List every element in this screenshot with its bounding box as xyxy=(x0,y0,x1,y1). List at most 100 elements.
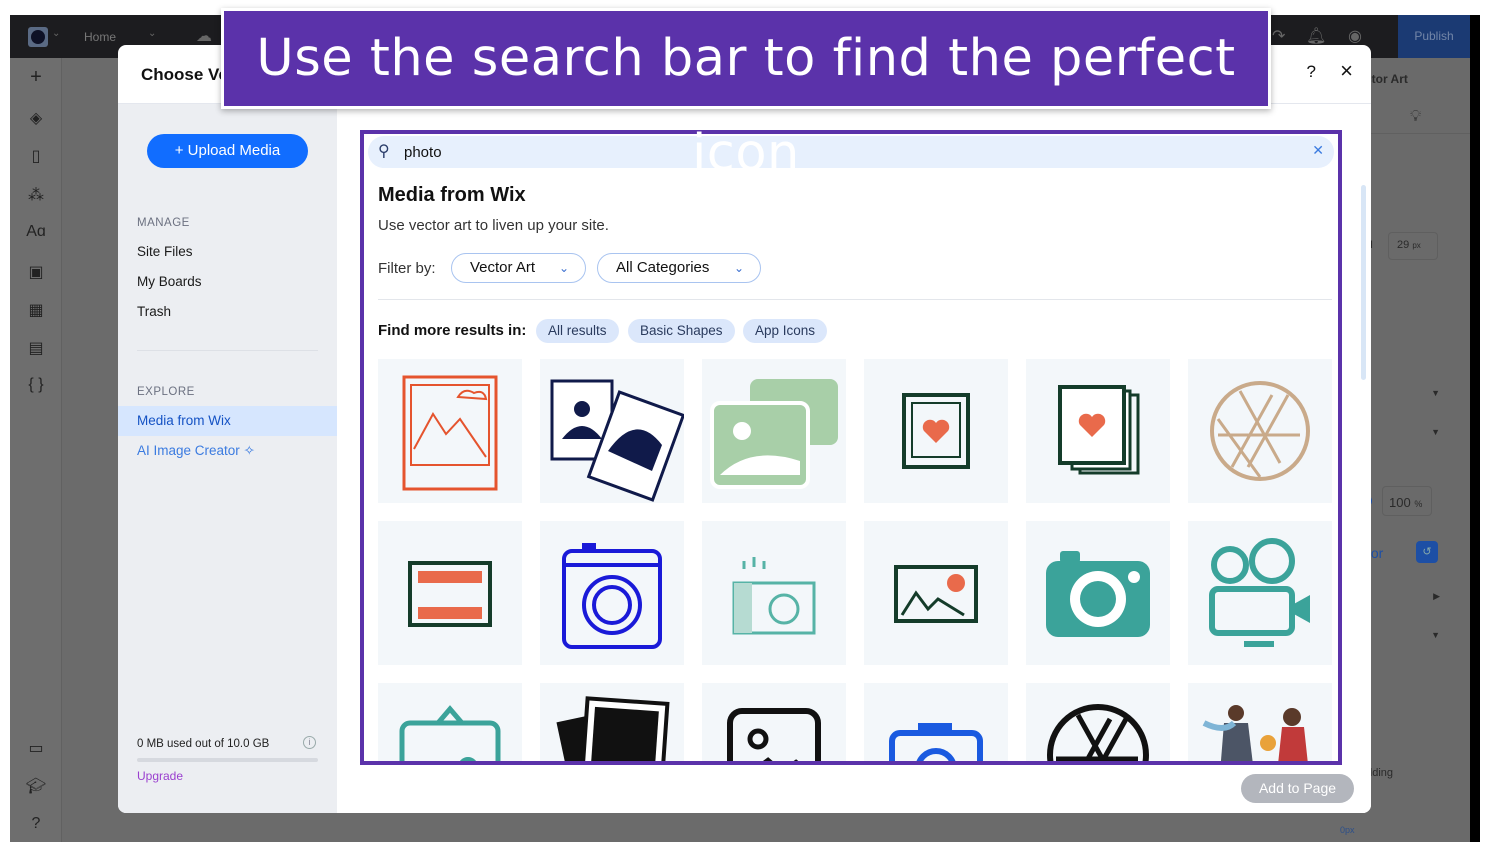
add-icon[interactable]: + xyxy=(10,66,62,89)
chip-basic-shapes[interactable]: Basic Shapes xyxy=(628,319,735,343)
learn-icon[interactable]: 🎓︎ xyxy=(10,776,62,796)
explore-heading: EXPLORE xyxy=(137,386,195,398)
icon-result-polaroid-photos[interactable] xyxy=(540,359,686,503)
framed-mountain-picture-icon xyxy=(402,375,498,491)
chat-icon[interactable]: ▭ xyxy=(10,738,62,758)
lightbulb-icon[interactable]: 💡︎ xyxy=(1410,108,1421,126)
icon-result-photo-stack-black[interactable] xyxy=(540,683,684,761)
chevron-down-icon: ⌄ xyxy=(733,261,744,275)
search-value: photo xyxy=(404,144,442,161)
padding-value[interactable]: 0px xyxy=(1340,825,1355,835)
upload-media-button[interactable]: + Upload Media xyxy=(147,134,308,168)
text-theme-icon[interactable]: Aɑ xyxy=(10,223,62,241)
upgrade-link[interactable]: Upgrade xyxy=(137,769,183,783)
scrollbar[interactable] xyxy=(1361,185,1366,380)
panel-title: ctor Art xyxy=(1365,72,1408,86)
icon-result-camera-aperture[interactable] xyxy=(1188,359,1332,503)
section-subtitle: Use vector art to liven up your site. xyxy=(378,217,609,234)
icon-result-stacked-landscape-photos[interactable] xyxy=(702,359,846,503)
chip-all-results[interactable]: All results xyxy=(536,319,619,343)
divider xyxy=(137,350,318,351)
sidebar-item-my-boards[interactable]: My Boards xyxy=(118,267,337,297)
icon-result-image-icon-black[interactable] xyxy=(702,683,846,761)
chevron-down-icon: ⌄ xyxy=(558,261,569,275)
icon-result-video-camera[interactable] xyxy=(1188,521,1332,665)
add-to-page-button[interactable]: Add to Page xyxy=(1241,774,1354,803)
apps-icon[interactable]: ⁂ xyxy=(10,185,62,205)
clear-search-icon[interactable]: ✕ xyxy=(1312,142,1324,159)
left-toolbar: + ◈ ▯ ⁂ Aɑ ▣ ▦ ▤ { } ▭ 🎓︎ ? xyxy=(10,58,62,842)
icon-result-photographer-illustration[interactable] xyxy=(1188,683,1332,761)
publish-button[interactable]: Publish xyxy=(1398,15,1470,58)
chip-app-icons[interactable]: App Icons xyxy=(743,319,828,343)
icon-result-camera-teal[interactable] xyxy=(702,521,846,665)
triangle-down-icon[interactable]: ▼ xyxy=(1431,630,1440,640)
icon-result-landscape-frame[interactable] xyxy=(864,521,1008,665)
triangle-down-icon[interactable]: ▼ xyxy=(1431,388,1440,398)
aperture-black-icon xyxy=(1047,704,1149,761)
film-strip-icon xyxy=(408,561,492,627)
divider xyxy=(378,299,1332,300)
pages-icon[interactable]: ▯ xyxy=(10,146,62,166)
icon-result-camera-outline-blue[interactable] xyxy=(540,521,684,665)
page-selector[interactable]: Home xyxy=(84,30,116,44)
polaroid-photos-icon xyxy=(550,379,686,502)
sidebar-item-site-files[interactable]: Site Files xyxy=(118,237,337,267)
stacked-heart-frames-icon xyxy=(1058,385,1140,475)
category-filter-dropdown[interactable]: All Categories ⌄ xyxy=(597,253,761,283)
decorative-frame-icon xyxy=(399,705,501,761)
type-filter-dropdown[interactable]: Vector Art ⌄ xyxy=(451,253,586,283)
camera-teal-icon xyxy=(732,557,816,635)
table-icon[interactable]: ▤ xyxy=(10,338,62,358)
info-icon[interactable]: i xyxy=(303,736,316,749)
icon-result-aperture-black[interactable] xyxy=(1026,683,1170,761)
code-icon[interactable]: { } xyxy=(10,376,62,394)
opacity-input[interactable]: 100 % xyxy=(1382,486,1432,516)
icon-result-framed-mountain-picture[interactable] xyxy=(378,359,522,503)
chevron-down-icon[interactable]: ⌄ xyxy=(148,28,156,39)
triangle-right-icon[interactable]: ▶ xyxy=(1433,591,1440,602)
preview-eye-icon[interactable]: ◉ xyxy=(1348,26,1362,46)
callout-banner: Use the search bar to find the perfect i… xyxy=(221,8,1271,183)
search-icon: ⚲ xyxy=(378,143,390,160)
search-results-area: ⚲ photo ✕ Media from Wix Use vector art … xyxy=(360,130,1342,765)
storage-usage: 0 MB used out of 10.0 GB xyxy=(137,738,270,750)
section-title: Media from Wix xyxy=(378,184,526,206)
sidebar-item-media-from-wix[interactable]: Media from Wix xyxy=(118,406,337,436)
chevron-down-icon[interactable]: ⌄ xyxy=(52,28,60,39)
icon-result-framed-heart[interactable] xyxy=(864,359,1008,503)
landscape-frame-icon xyxy=(894,565,978,623)
storage-bar xyxy=(137,758,318,762)
icon-result-film-strip[interactable] xyxy=(378,521,522,665)
ai-image-creator-label: AI Image Creator xyxy=(137,443,240,458)
photographer-illustration-icon xyxy=(1202,705,1308,761)
camera-blue-icon xyxy=(889,723,983,761)
icon-result-camera-blue[interactable] xyxy=(864,683,1008,761)
framed-heart-icon xyxy=(902,393,970,469)
height-input[interactable]: 29 px xyxy=(1388,232,1438,260)
close-icon[interactable]: × xyxy=(1340,58,1353,84)
media-sidebar: + Upload Media MANAGE Site Files My Boar… xyxy=(118,104,337,813)
camera-aperture-icon xyxy=(1210,381,1310,481)
layers-icon[interactable]: ◈ xyxy=(10,108,62,128)
sidebar-item-trash[interactable]: Trash xyxy=(118,297,337,327)
triangle-down-icon[interactable]: ▼ xyxy=(1431,427,1440,437)
redo-icon[interactable]: ↷ xyxy=(1272,26,1285,46)
reset-icon[interactable]: ↺ xyxy=(1416,541,1438,563)
sidebar-item-ai-image-creator[interactable]: AI Image Creator ✧ xyxy=(118,436,337,466)
icon-result-decorative-frame[interactable] xyxy=(378,683,522,761)
site-logo[interactable] xyxy=(28,27,48,47)
icon-result-stacked-heart-frames[interactable] xyxy=(1026,359,1170,503)
camera-solid-teal-icon xyxy=(1046,551,1150,637)
media-icon[interactable]: ▣ xyxy=(10,262,62,282)
video-camera-icon xyxy=(1209,538,1310,647)
bell-icon[interactable]: 🔔︎ xyxy=(1306,26,1326,46)
help-icon[interactable]: ? xyxy=(1307,62,1316,82)
icon-result-camera-solid-teal[interactable] xyxy=(1026,521,1170,665)
image-icon-black-icon xyxy=(727,708,821,761)
search-input[interactable]: ⚲ photo ✕ xyxy=(368,136,1334,168)
app-market-icon[interactable]: ▦ xyxy=(10,300,62,320)
help-icon[interactable]: ? xyxy=(10,815,62,833)
photo-stack-black-icon xyxy=(556,696,670,761)
filter-label: Filter by: xyxy=(378,260,436,277)
